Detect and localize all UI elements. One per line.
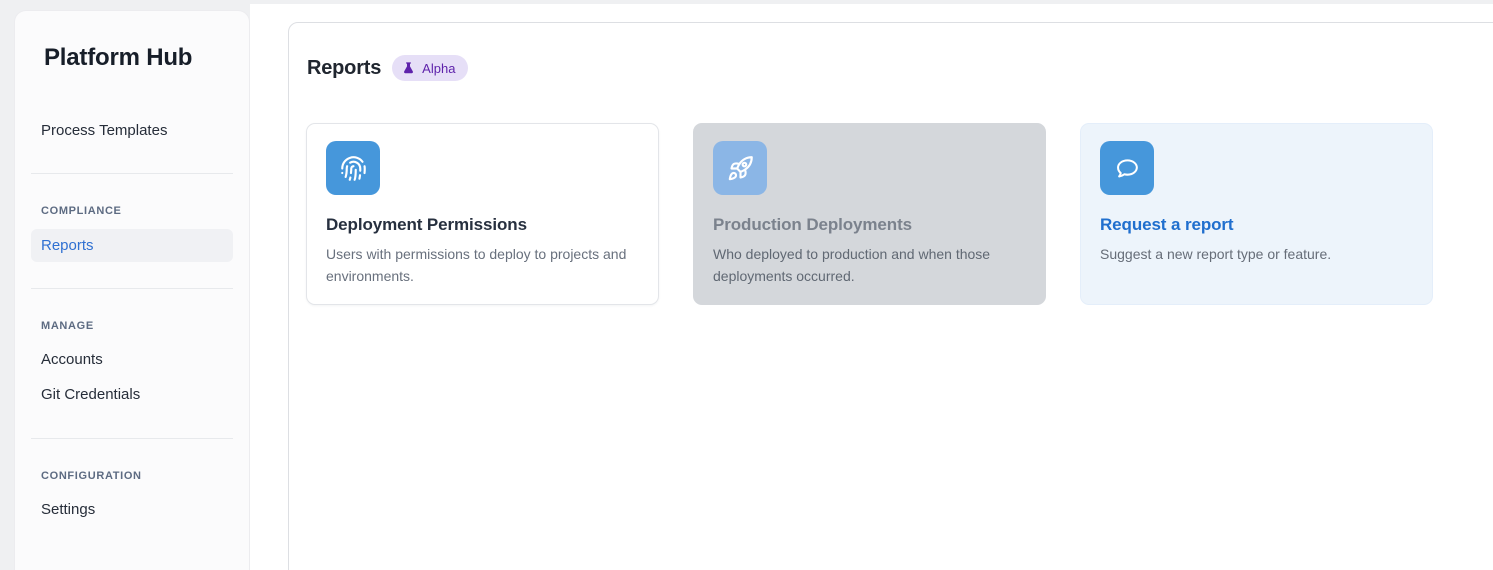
card-description: Users with permissions to deploy to proj… <box>326 246 627 284</box>
alpha-badge: Alpha <box>392 55 469 81</box>
chat-bubble-icon <box>1100 141 1154 195</box>
card-description: Suggest a new report type or feature. <box>1100 246 1332 262</box>
sidebar-item-settings[interactable]: Settings <box>15 492 249 527</box>
card-title: Production Deployments <box>713 215 912 234</box>
report-cards-row: Deployment Permissions Users with permis… <box>289 81 1493 305</box>
sidebar-item-accounts[interactable]: Accounts <box>15 342 249 377</box>
sidebar-divider <box>31 288 233 289</box>
section-header-compliance: COMPLIANCE <box>41 205 122 217</box>
section-header-manage: MANAGE <box>41 320 94 332</box>
card-title: Deployment Permissions <box>326 215 527 234</box>
sidebar-item-process-templates[interactable]: Process Templates <box>15 114 249 147</box>
reports-header: Reports Alpha <box>289 23 1493 81</box>
card-title: Request a report <box>1100 215 1234 234</box>
rocket-icon <box>713 141 767 195</box>
sidebar-divider <box>31 438 233 439</box>
card-production-deployments: Production Deployments Who deployed to p… <box>693 123 1046 305</box>
fingerprint-icon <box>326 141 380 195</box>
card-deployment-permissions[interactable]: Deployment Permissions Users with permis… <box>306 123 659 305</box>
alpha-badge-label: Alpha <box>422 60 456 76</box>
app-title: Platform Hub <box>44 44 193 71</box>
card-request-a-report[interactable]: Request a report Suggest a new report ty… <box>1080 123 1433 305</box>
sidebar: Platform Hub Process Templates COMPLIANC… <box>14 10 250 570</box>
section-header-configuration: CONFIGURATION <box>41 470 142 482</box>
sidebar-item-git-credentials[interactable]: Git Credentials <box>15 377 249 412</box>
card-description: Who deployed to production and when thos… <box>713 246 991 284</box>
flask-icon <box>401 61 416 76</box>
sidebar-item-reports[interactable]: Reports <box>31 229 233 262</box>
reports-panel: Reports Alpha Deployment Permissions Use… <box>288 22 1493 570</box>
sidebar-divider <box>31 173 233 174</box>
page-title: Reports <box>307 56 382 79</box>
